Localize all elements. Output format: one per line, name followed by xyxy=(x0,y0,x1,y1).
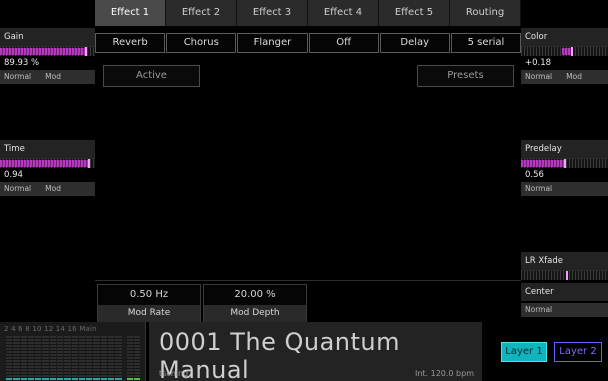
right-param-panel: Color +0.18 Normal Mod Predelay 0.56 Nor… xyxy=(521,0,608,322)
slot-routing[interactable]: 5 serial xyxy=(450,33,522,53)
param-label: Time xyxy=(0,140,95,158)
meter-channel xyxy=(78,336,86,380)
meter-channel xyxy=(42,336,49,380)
param-mode-row[interactable]: Normal Mod xyxy=(521,70,608,84)
param-value: +0.18 xyxy=(521,57,608,70)
meter-channel xyxy=(107,336,115,380)
param-label: Center xyxy=(521,283,608,301)
presets-button[interactable]: Presets xyxy=(417,65,514,87)
meter-channel xyxy=(126,336,134,380)
param-lr-xfade[interactable]: LR Xfade xyxy=(521,252,608,280)
param-value: 0.94 xyxy=(0,169,95,182)
tab-routing[interactable]: Routing xyxy=(450,0,521,26)
patch-display[interactable]: 0001 The Quantum Manual tsching Int. 120… xyxy=(149,322,482,381)
param-value: 89.93 % xyxy=(0,57,95,70)
mode-normal[interactable]: Normal xyxy=(525,70,552,84)
meter-channel xyxy=(35,336,42,380)
param-slider-color[interactable] xyxy=(521,46,608,56)
mode-normal[interactable]: Normal xyxy=(525,303,552,317)
tab-effect-1[interactable]: Effect 1 xyxy=(95,0,166,26)
tab-effect-4[interactable]: Effect 4 xyxy=(308,0,379,26)
effect-editor: Effect 1 Effect 2 Effect 3 Effect 4 Effe… xyxy=(95,0,522,323)
meter-bars xyxy=(6,336,141,380)
param-mode-row[interactable]: Normal xyxy=(521,303,608,317)
param-slider-predelay[interactable] xyxy=(521,158,608,168)
mod-rate-control[interactable]: 0.50 Hz Mod Rate xyxy=(97,284,201,323)
slot-effect-5[interactable]: Delay xyxy=(379,33,450,53)
meter-scale: 2 4 6 8 10 12 14 16 Main xyxy=(4,325,97,333)
meter-channel xyxy=(6,336,13,380)
effect-slot-row: Reverb Chorus Flanger Off Delay 5 serial xyxy=(95,33,522,53)
slider-fill xyxy=(521,160,565,167)
param-predelay[interactable]: Predelay 0.56 Normal xyxy=(521,140,608,196)
mode-mod[interactable]: Mod xyxy=(45,70,61,84)
mod-rate-value: 0.50 Hz xyxy=(98,285,200,305)
mod-depth-control[interactable]: 20.00 % Mod Depth xyxy=(203,284,307,323)
meter-channel xyxy=(115,336,122,380)
mode-normal[interactable]: Normal xyxy=(525,182,552,196)
mode-mod[interactable]: Mod xyxy=(566,70,582,84)
slider-thumb[interactable] xyxy=(571,47,574,56)
param-slider-time[interactable] xyxy=(0,158,95,168)
slider-thumb[interactable] xyxy=(88,159,91,168)
meter-channel xyxy=(27,336,35,380)
meter-channel xyxy=(49,336,57,380)
slot-effect-3[interactable]: Flanger xyxy=(237,33,308,53)
active-button[interactable]: Active xyxy=(103,65,200,87)
slider-thumb[interactable] xyxy=(566,271,569,280)
slot-effect-1[interactable]: Reverb xyxy=(95,33,166,53)
meter-channel xyxy=(13,336,20,380)
mode-normal[interactable]: Normal xyxy=(4,182,31,196)
param-mode-row[interactable]: Normal Mod xyxy=(0,70,95,84)
left-param-panel: Gain 89.93 % Normal Mod Time 0.94 Normal… xyxy=(0,0,95,322)
meter-channel xyxy=(64,336,71,380)
param-color[interactable]: Color +0.18 Normal Mod xyxy=(521,28,608,84)
patch-author: tsching xyxy=(159,369,189,378)
slot-effect-4[interactable]: Off xyxy=(308,33,379,53)
meter-channel xyxy=(133,336,141,380)
meter-channel xyxy=(71,336,79,380)
mod-depth-value: 20.00 % xyxy=(204,285,306,305)
param-mode-row[interactable]: Normal Mod xyxy=(0,182,95,196)
meter-channel xyxy=(20,336,28,380)
param-label: LR Xfade xyxy=(521,252,608,270)
output-meters: 2 4 6 8 10 12 14 16 Main xyxy=(0,322,146,381)
slot-effect-2[interactable]: Chorus xyxy=(166,33,237,53)
slider-thumb[interactable] xyxy=(563,159,566,168)
patch-tempo: Int. 120.0 bpm xyxy=(414,369,474,378)
meter-channel xyxy=(93,336,100,380)
layer-1-button[interactable]: Layer 1 xyxy=(501,342,547,362)
param-slider-gain[interactable] xyxy=(0,46,95,56)
tab-effect-3[interactable]: Effect 3 xyxy=(237,0,308,26)
slider-ticks xyxy=(521,271,608,280)
slider-thumb[interactable] xyxy=(84,47,87,56)
param-value: 0.56 xyxy=(521,169,608,182)
meter-channel xyxy=(100,336,108,380)
param-time[interactable]: Time 0.94 Normal Mod xyxy=(0,140,95,196)
meter-channel xyxy=(56,336,64,380)
mode-mod[interactable]: Mod xyxy=(45,182,61,196)
param-gain[interactable]: Gain 89.93 % Normal Mod xyxy=(0,28,95,84)
param-mode-row[interactable]: Normal xyxy=(521,182,608,196)
param-label: Predelay xyxy=(521,140,608,158)
tab-effect-5[interactable]: Effect 5 xyxy=(379,0,450,26)
mode-normal[interactable]: Normal xyxy=(4,70,31,84)
mod-depth-label: Mod Depth xyxy=(204,305,306,322)
tab-effect-2[interactable]: Effect 2 xyxy=(166,0,237,26)
bottom-bar: 2 4 6 8 10 12 14 16 Main 0001 The Quantu… xyxy=(0,322,608,381)
param-label: Gain xyxy=(0,28,95,46)
param-label: Color xyxy=(521,28,608,46)
meter-channel xyxy=(86,336,93,380)
mod-controls: 0.50 Hz Mod Rate 20.00 % Mod Depth xyxy=(95,280,521,323)
layer-selector: Layer 1 Layer 2 xyxy=(486,322,608,381)
slider-fill xyxy=(0,160,90,167)
mod-rate-label: Mod Rate xyxy=(98,305,200,322)
slider-fill xyxy=(0,48,86,55)
param-center[interactable]: Center Normal xyxy=(521,283,608,317)
param-slider-lr-xfade[interactable] xyxy=(521,270,608,280)
effect-tabs: Effect 1 Effect 2 Effect 3 Effect 4 Effe… xyxy=(95,0,521,26)
layer-2-button[interactable]: Layer 2 xyxy=(554,342,602,362)
